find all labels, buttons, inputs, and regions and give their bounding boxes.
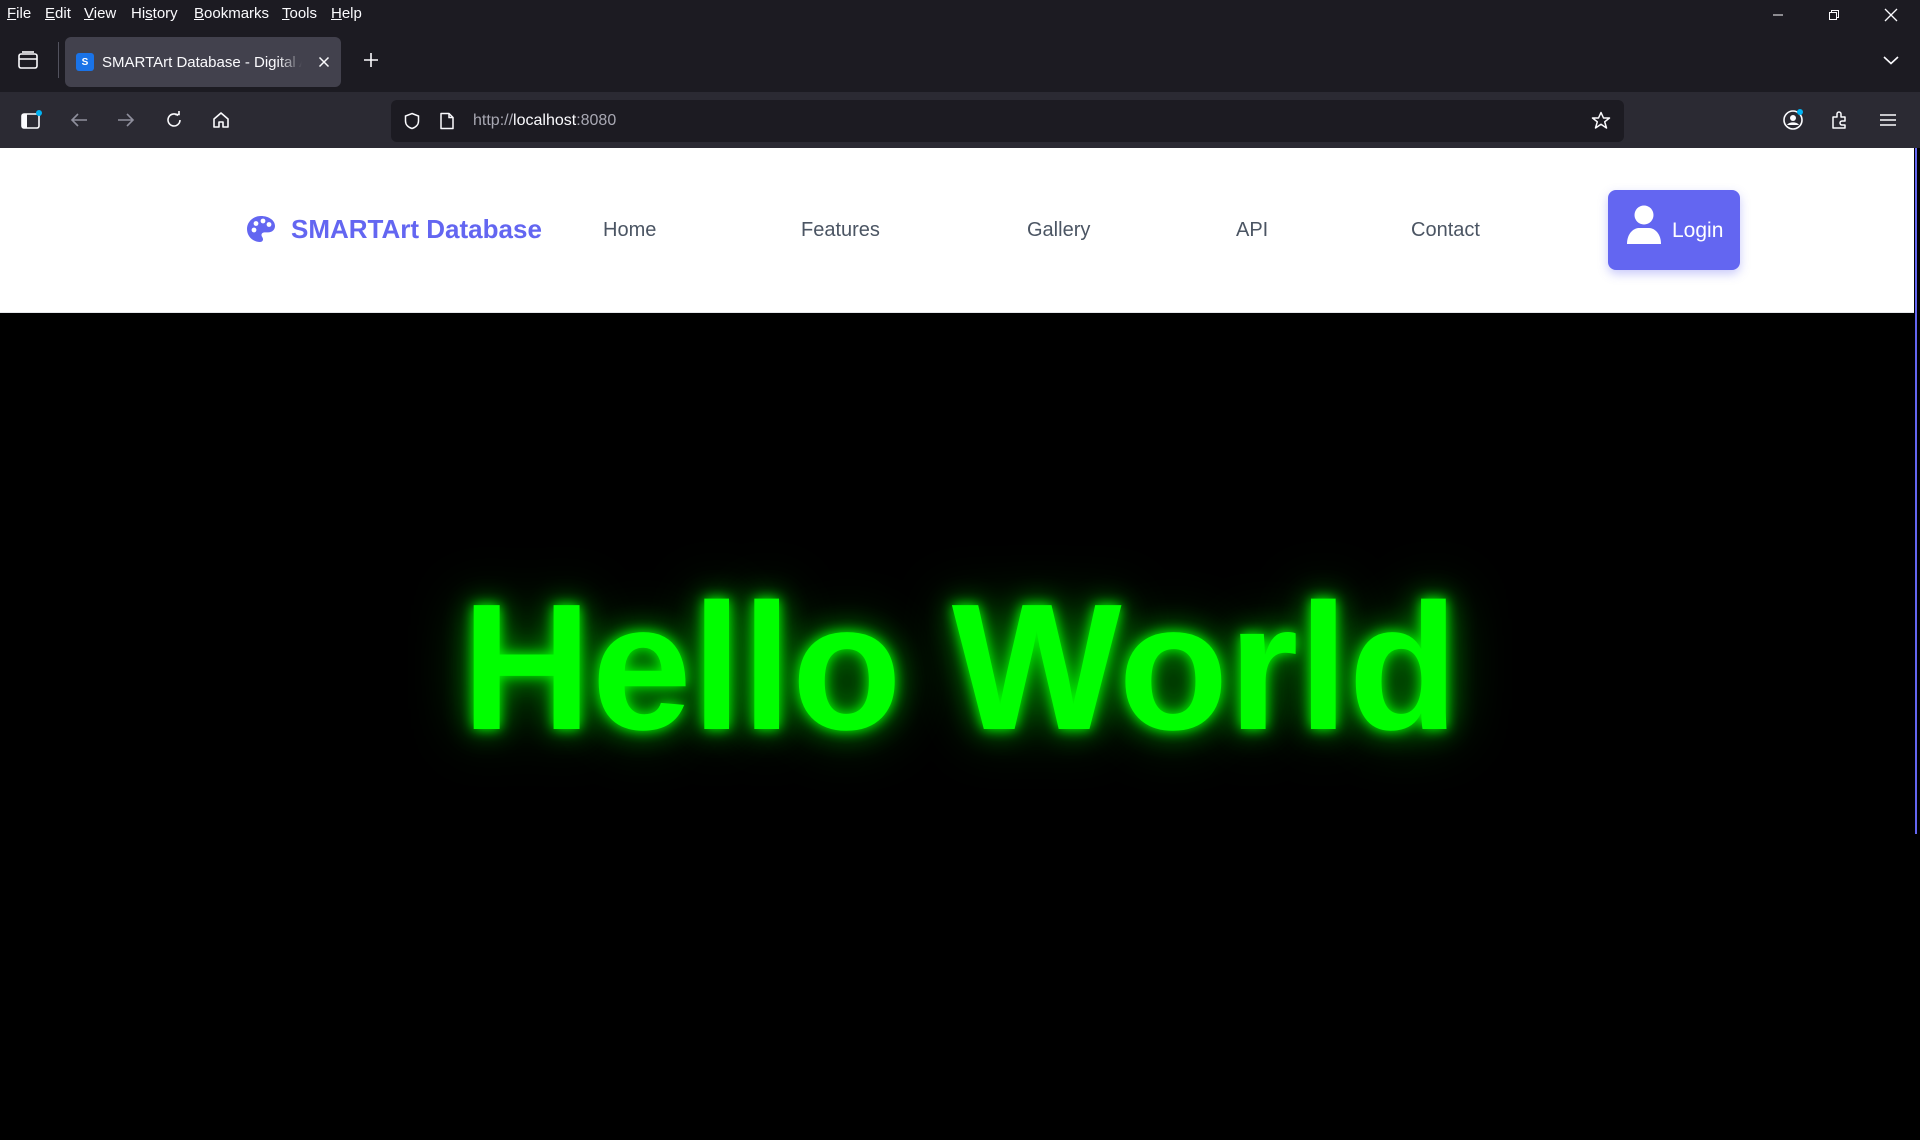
nav-features[interactable]: Features — [801, 218, 880, 242]
tab-title: SMARTArt Database - Digital Art Database — [102, 54, 302, 71]
url-text[interactable]: http://localhost:8080 — [473, 112, 616, 130]
tab-active[interactable]: S SMARTArt Database - Digital Art Databa… — [65, 37, 341, 87]
tracking-protection-shield-icon[interactable] — [403, 112, 421, 130]
page-viewport: SMARTArt Database Home Features Gallery … — [0, 148, 1920, 1140]
login-button[interactable]: Login — [1608, 190, 1740, 270]
nav-contact[interactable]: Contact — [1411, 218, 1480, 242]
page-info-icon[interactable] — [439, 112, 455, 130]
new-tab-icon[interactable] — [353, 42, 389, 78]
url-bar[interactable]: http://localhost:8080 — [391, 100, 1624, 142]
site-favicon-icon: S — [76, 53, 94, 71]
nav-api[interactable]: API — [1236, 218, 1268, 242]
tab-divider — [58, 42, 59, 78]
menu-edit[interactable]: Edit — [45, 5, 71, 23]
site-header: SMARTArt Database Home Features Gallery … — [0, 148, 1914, 313]
url-host: localhost — [513, 112, 577, 129]
tab-strip: S SMARTArt Database - Digital Art Databa… — [0, 28, 1920, 92]
sidebar-toggle-icon[interactable] — [13, 102, 49, 138]
url-scheme: http:// — [473, 112, 514, 129]
url-port: :8080 — [576, 112, 617, 129]
forward-arrow-icon[interactable] — [108, 102, 144, 138]
menu-file[interactable]: File — [7, 5, 31, 23]
nav-gallery[interactable]: Gallery — [1027, 218, 1090, 242]
menu-help[interactable]: Help — [331, 5, 362, 23]
palette-icon — [246, 213, 278, 245]
account-icon[interactable] — [1775, 102, 1811, 138]
list-all-tabs-icon[interactable] — [1873, 42, 1909, 78]
user-icon — [1626, 204, 1662, 246]
restore-window-icon[interactable] — [1806, 0, 1862, 30]
page-scrollbar-thumb[interactable] — [1915, 148, 1917, 834]
bookmark-star-icon[interactable] — [1591, 111, 1611, 131]
nav-home[interactable]: Home — [603, 218, 656, 242]
reload-icon[interactable] — [156, 102, 192, 138]
hero-heading: Hello World — [461, 567, 1459, 768]
extensions-puzzle-icon[interactable] — [1822, 102, 1858, 138]
brand-name: SMARTArt Database — [291, 213, 542, 244]
menu-bookmarks[interactable]: Bookmarks — [194, 5, 269, 23]
menu-tools[interactable]: Tools — [282, 5, 317, 23]
close-window-icon[interactable] — [1863, 0, 1919, 30]
brand-logo-link[interactable]: SMARTArt Database — [246, 212, 542, 246]
login-label: Login — [1672, 219, 1724, 242]
home-icon[interactable] — [203, 102, 239, 138]
firefox-view-icon[interactable] — [10, 42, 46, 78]
minimize-window-icon[interactable] — [1750, 0, 1806, 30]
menu-view[interactable]: View — [84, 5, 116, 23]
app-menu-hamburger-icon[interactable] — [1870, 102, 1906, 138]
navigation-toolbar: http://localhost:8080 — [0, 92, 1920, 148]
menu-bar: File Edit View History Bookmarks Tools H… — [0, 0, 1920, 28]
back-arrow-icon[interactable] — [61, 102, 97, 138]
close-tab-icon[interactable] — [314, 52, 334, 72]
menu-history[interactable]: History — [131, 5, 178, 23]
